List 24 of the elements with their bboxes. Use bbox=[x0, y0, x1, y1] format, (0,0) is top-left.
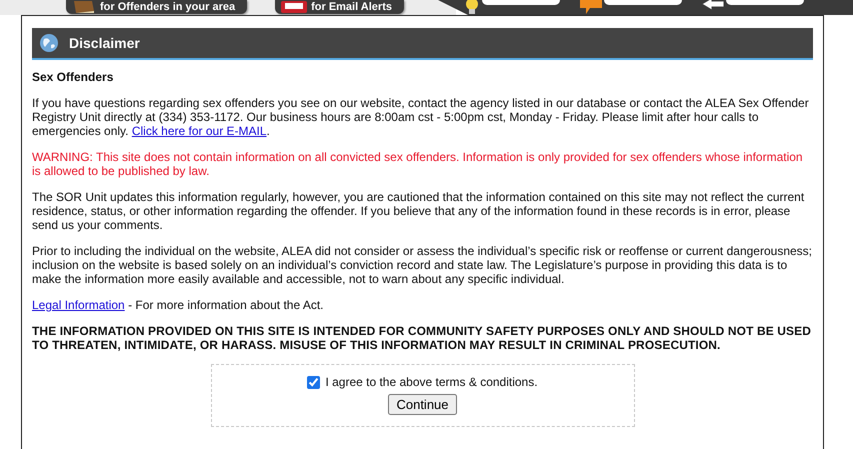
agree-checkbox[interactable] bbox=[307, 376, 320, 388]
mail-icon bbox=[281, 1, 308, 13]
section-heading: Sex Offenders bbox=[32, 70, 114, 84]
nav-button[interactable] bbox=[726, 0, 804, 5]
continue-button[interactable]: Continue bbox=[388, 394, 457, 415]
book-icon bbox=[72, 1, 96, 13]
speech-bubble-icon[interactable] bbox=[580, 0, 602, 15]
paragraph: The SOR Unit updates this information regularly, however, you are cautioned that the information contained on this site may not reflect the current residence, status, or other information regarding the offender. If you believe that any of the information found in these records is in error, please send us your comments. bbox=[32, 190, 806, 232]
banner-button[interactable]: for Offenders in your area bbox=[66, 0, 248, 14]
globe-icon bbox=[39, 33, 59, 53]
link[interactable]: Legal Information bbox=[32, 298, 125, 312]
link[interactable]: Click here for our E-MAIL bbox=[132, 124, 267, 138]
warning-text: WARNING: This site does not contain information on all convicted sex offenders. Information is only provided for sex offenders whose information is allowed to be published by law. bbox=[32, 150, 804, 178]
paragraph: If you have questions regarding sex offenders you see on our website, contact the agency listed in our database or contact the ALEA Sex Offender Registry Unit directly at (334) 353-1172. Our business hours are 8:00am cst - 5:00pm cst, Monday - Friday. Please limit after hour calls to emergencies only. Click here for our E-MAIL. bbox=[32, 96, 810, 138]
paragraph: Prior to including the individual on the website, ALEA did not consider or assess the individual’s specific risk or reoffense or current dangerousness; inclusion on the website is based solely on an individual’s conviction record and state law. The Legislature’s purpose in providing this data is to make the information more easily available and accessible, not to warn about any specific individual. bbox=[32, 244, 813, 286]
lightbulb-icon[interactable] bbox=[464, 0, 480, 15]
nav-button[interactable] bbox=[604, 0, 682, 5]
arrow-icon[interactable] bbox=[702, 0, 724, 10]
checkbox-label: I agree to the above terms & conditions. bbox=[325, 375, 538, 389]
panel-title: Disclaimer bbox=[69, 35, 140, 51]
notice-text: THE INFORMATION PROVIDED ON THIS SITE IS INTENDED FOR COMMUNITY SAFETY PURPOSES ONLY AND SHOULD NOT BE USED TO THREATEN, INTIMIDATE, OR HARASS. MISUSE OF THIS INFORMATION MAY RESULT IN CRIMINAL PROSECUTION. bbox=[32, 324, 812, 352]
nav-button[interactable] bbox=[482, 0, 560, 5]
paragraph: Legal Information - For more information about the Act. bbox=[32, 298, 324, 312]
banner-button[interactable]: for Email Alerts bbox=[275, 0, 404, 14]
